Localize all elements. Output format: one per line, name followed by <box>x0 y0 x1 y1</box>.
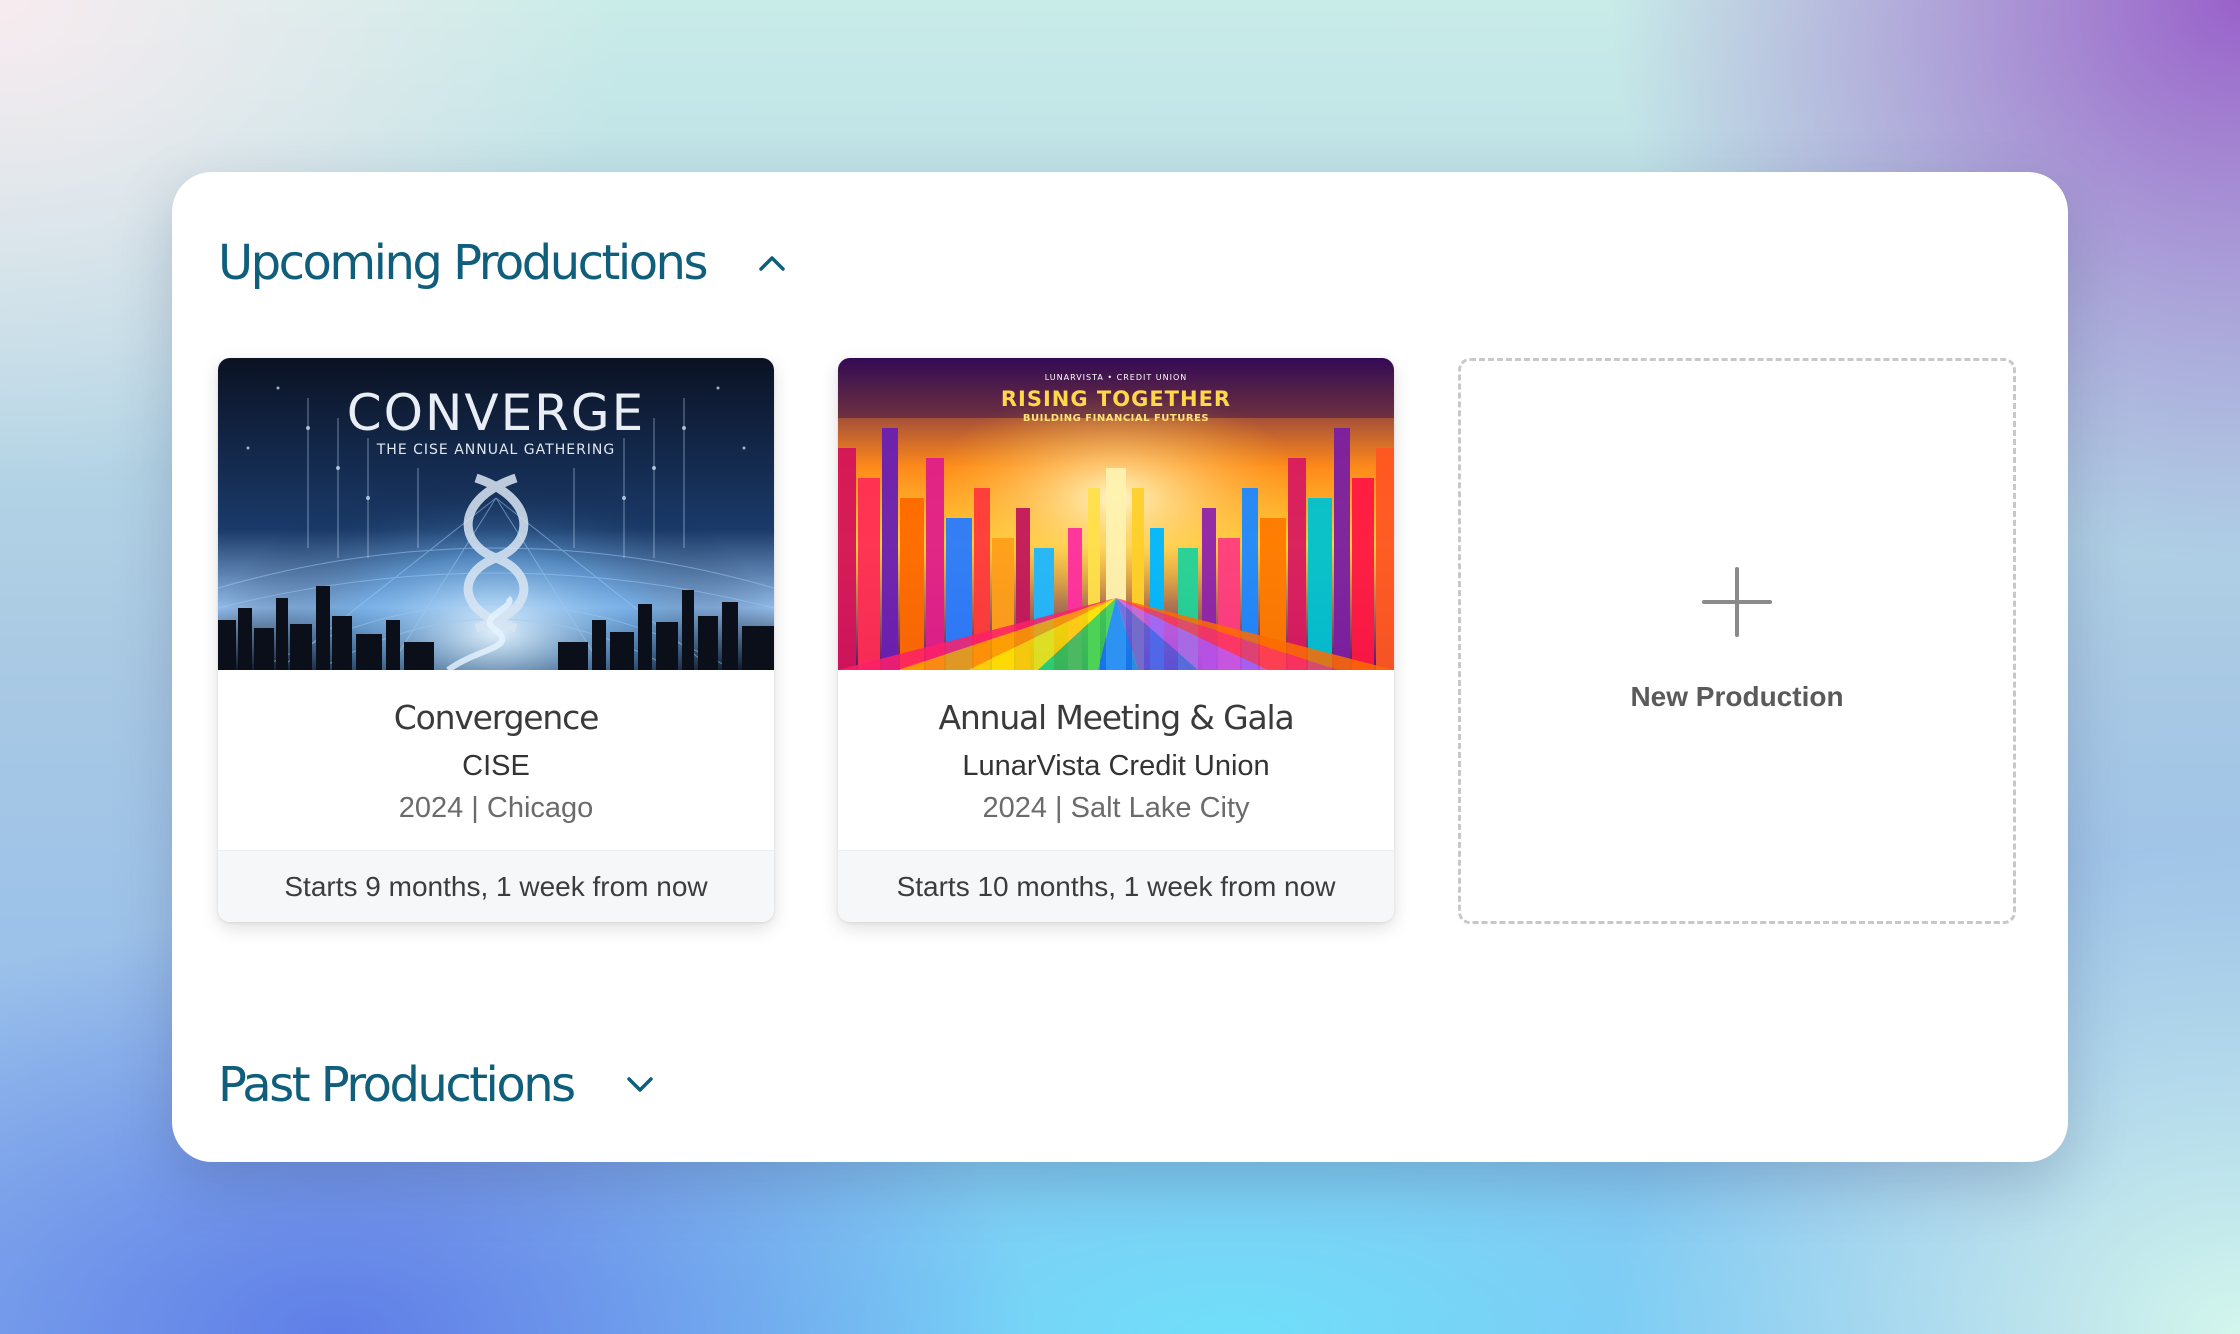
past-section-title: Past Productions <box>218 1057 576 1113</box>
poster-subline: BUILDING FINANCIAL FUTURES <box>1023 413 1209 424</box>
plus-icon <box>1702 567 1772 637</box>
card-body: Convergence CISE 2024 | Chicago <box>218 670 774 850</box>
production-year-location: 2024 | Salt Lake City <box>982 792 1250 824</box>
production-start-countdown: Starts 9 months, 1 week from now <box>218 850 774 922</box>
upcoming-section-header[interactable]: Upcoming Productions <box>218 218 786 308</box>
past-section-header[interactable]: Past Productions <box>218 1040 654 1130</box>
production-poster-convergence: CONVERGE THE CISE ANNUAL GATHERING <box>218 358 774 670</box>
production-start-countdown: Starts 10 months, 1 week from now <box>838 850 1394 922</box>
poster-brand: LUNARVISTA • CREDIT UNION <box>1045 373 1188 382</box>
productions-panel: Upcoming Productions CONVERGE THE CISE A… <box>172 172 2068 1162</box>
production-title: Convergence <box>393 698 600 737</box>
poster-subline: THE CISE ANNUAL GATHERING <box>376 442 616 458</box>
production-card-annual-meeting-gala[interactable]: LUNARVISTA • CREDIT UNION RISING TOGETHE… <box>838 358 1394 922</box>
card-body: Annual Meeting & Gala LunarVista Credit … <box>838 670 1394 850</box>
chevron-up-icon[interactable] <box>758 254 786 272</box>
production-title: Annual Meeting & Gala <box>938 698 1295 737</box>
upcoming-section-title: Upcoming Productions <box>218 235 708 291</box>
poster-headline: CONVERGE <box>347 384 646 442</box>
poster-headline: RISING TOGETHER <box>1001 387 1231 411</box>
production-year-location: 2024 | Chicago <box>398 792 594 824</box>
production-organization: CISE <box>462 750 530 782</box>
production-poster-annual-meeting-gala: LUNARVISTA • CREDIT UNION RISING TOGETHE… <box>838 358 1394 670</box>
new-production-button[interactable]: New Production <box>1458 358 2016 924</box>
production-card-convergence[interactable]: CONVERGE THE CISE ANNUAL GATHERING Conve… <box>218 358 774 922</box>
production-organization: LunarVista Credit Union <box>962 750 1270 782</box>
new-production-label: New Production <box>1630 681 1844 712</box>
chevron-down-icon[interactable] <box>626 1076 654 1094</box>
